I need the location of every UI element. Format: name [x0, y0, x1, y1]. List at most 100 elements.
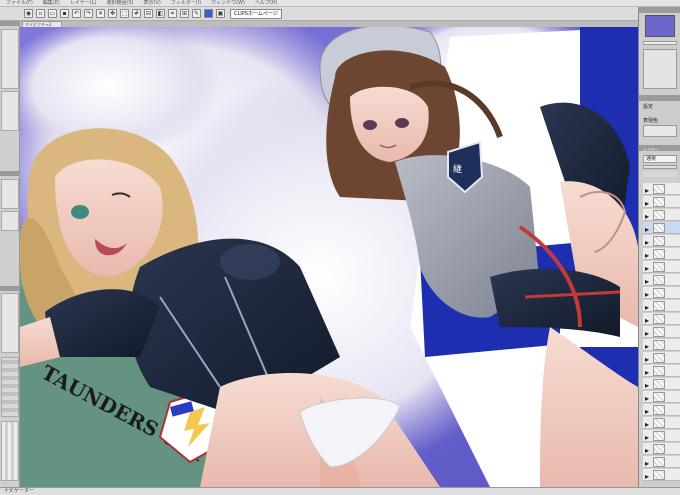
- layer-row[interactable]: ▸: [643, 248, 680, 260]
- layer-row[interactable]: ▸: [643, 287, 680, 299]
- grid-icon[interactable]: #: [132, 9, 141, 18]
- visibility-eye-icon[interactable]: ▸: [645, 277, 650, 286]
- menu-window[interactable]: ウィンドウ(W): [211, 0, 245, 6]
- visibility-eye-icon[interactable]: ▸: [645, 342, 650, 351]
- expression-color-select[interactable]: [643, 125, 677, 137]
- layer-row[interactable]: ▸: [643, 456, 680, 468]
- menu-edit[interactable]: 編集(E): [43, 0, 60, 6]
- layer-thumbnail: [653, 262, 665, 272]
- selection-icon[interactable]: ⬚: [120, 9, 129, 18]
- navigator-status-label: ナビゲーター: [4, 488, 35, 494]
- opacity-slider[interactable]: [643, 165, 677, 169]
- layer-row[interactable]: ▸: [643, 378, 680, 390]
- layer-row[interactable]: ▸: [643, 235, 680, 247]
- color-icon[interactable]: [204, 9, 213, 18]
- visibility-eye-icon[interactable]: ▸: [645, 355, 650, 364]
- layer-row[interactable]: ▸: [643, 417, 680, 429]
- menu-view[interactable]: 表示(V): [143, 0, 160, 6]
- layer-row[interactable]: ▸: [643, 196, 680, 208]
- layer-row[interactable]: ▸: [643, 300, 680, 312]
- layer-row[interactable]: ▸: [643, 326, 680, 338]
- sub-tool-list[interactable]: [1, 29, 19, 89]
- menubar: ファイル(F) 編集(E) レイヤー(L) 選択範囲(S) 表示(V) フィルタ…: [0, 0, 680, 7]
- color-wheel[interactable]: [1, 293, 19, 353]
- visibility-eye-icon[interactable]: ▸: [645, 303, 650, 312]
- layer-row[interactable]: ▸: [643, 183, 680, 195]
- eye-icon[interactable]: ◉: [24, 9, 33, 18]
- visibility-eye-icon[interactable]: ▸: [645, 212, 650, 221]
- crop-icon[interactable]: ⌗: [168, 9, 177, 18]
- visibility-eye-icon[interactable]: ▸: [645, 290, 650, 299]
- layer-row[interactable]: ▸: [643, 469, 680, 481]
- right-dock: 設定 表現色 レイヤー 通常 ▸ ▸ ▸ ▸ ▸ ▸ ▸ ▸ ▸ ▸ ▸ ▸ ▸…: [638, 7, 680, 487]
- visibility-eye-icon[interactable]: ▸: [645, 329, 650, 338]
- transform-icon[interactable]: ✥: [108, 9, 117, 18]
- menu-selection[interactable]: 選択範囲(S): [106, 0, 133, 6]
- visibility-eye-icon[interactable]: ▸: [645, 225, 650, 234]
- layer-row[interactable]: ▸: [643, 443, 680, 455]
- layer-row[interactable]: ▸: [643, 352, 680, 364]
- tool-panel: [0, 21, 20, 487]
- zoom-slider[interactable]: [643, 41, 677, 45]
- layer-row[interactable]: ▸: [643, 404, 680, 416]
- visibility-eye-icon[interactable]: ▸: [645, 186, 650, 195]
- visibility-eye-icon[interactable]: ▸: [645, 472, 650, 481]
- property-header: [639, 95, 680, 101]
- visibility-eye-icon[interactable]: ▸: [645, 199, 650, 208]
- visibility-eye-icon[interactable]: ▸: [645, 407, 650, 416]
- visibility-eye-icon[interactable]: ▸: [645, 368, 650, 377]
- brush-size-list[interactable]: [1, 91, 19, 131]
- layer-row[interactable]: ▸: [643, 365, 680, 377]
- brush-shape-box[interactable]: [1, 211, 19, 231]
- open-file-icon[interactable]: ▭: [48, 9, 57, 18]
- color-panel-header: [0, 286, 20, 291]
- visibility-eye-icon[interactable]: ▸: [645, 394, 650, 403]
- color-set-palette[interactable]: [1, 357, 19, 417]
- menu-help[interactable]: ヘルプ(H): [255, 0, 278, 6]
- snap-icon[interactable]: ⊞: [180, 9, 189, 18]
- visibility-eye-icon[interactable]: ▸: [645, 316, 650, 325]
- visibility-eye-icon[interactable]: ▸: [645, 238, 650, 247]
- brush-icon[interactable]: ✎: [192, 9, 201, 18]
- redo-icon[interactable]: ↷: [84, 9, 93, 18]
- clips-home-button[interactable]: CLIPSホームページ: [230, 8, 282, 19]
- visibility-eye-icon[interactable]: ▸: [645, 264, 650, 273]
- visibility-eye-icon[interactable]: ▸: [645, 433, 650, 442]
- ruler-icon[interactable]: ⊟: [144, 9, 153, 18]
- navigator-thumbnail[interactable]: [645, 15, 675, 37]
- visibility-eye-icon[interactable]: ▸: [645, 251, 650, 260]
- menu-filter[interactable]: フィルター(I): [171, 0, 201, 6]
- save-icon[interactable]: ▪: [60, 9, 69, 18]
- command-bar: ◉ ▫ ▭ ▪ ↶ ↷ ✕ ✥ ⬚ # ⊟ ◧ ⌗ ⊞ ✎ ▣ CLIPSホーム…: [0, 7, 680, 21]
- display-icon[interactable]: ▣: [216, 9, 225, 18]
- blend-mode-select[interactable]: 通常: [643, 155, 677, 163]
- layer-thumbnail: [653, 392, 665, 402]
- subview-panel[interactable]: [643, 49, 677, 89]
- layer-row[interactable]: ▸: [643, 391, 680, 403]
- layer-thumbnail: [653, 184, 665, 194]
- layer-row[interactable]: ▸: [643, 313, 680, 325]
- layer-row[interactable]: ▸: [643, 274, 680, 286]
- color-history[interactable]: [1, 421, 19, 481]
- tool-property-box[interactable]: [1, 179, 19, 209]
- undo-icon[interactable]: ↶: [72, 9, 81, 18]
- clear-icon[interactable]: ✕: [96, 9, 105, 18]
- layer-row[interactable]: ▸: [643, 430, 680, 442]
- layer-row[interactable]: ▸: [643, 261, 680, 273]
- visibility-eye-icon[interactable]: ▸: [645, 446, 650, 455]
- layer-row[interactable]: ▸: [643, 339, 680, 351]
- layer-row-selected[interactable]: ▸: [643, 222, 680, 234]
- menu-layer[interactable]: レイヤー(L): [70, 0, 97, 6]
- new-file-icon[interactable]: ▫: [36, 9, 45, 18]
- visibility-eye-icon[interactable]: ▸: [645, 459, 650, 468]
- drawing-canvas[interactable]: TAUNDERS UNIVE 継: [20, 27, 638, 487]
- fill-icon[interactable]: ◧: [156, 9, 165, 18]
- layer-toolbar: [643, 171, 677, 177]
- visibility-eye-icon[interactable]: ▸: [645, 381, 650, 390]
- menu-file[interactable]: ファイル(F): [6, 0, 33, 6]
- layer-thumbnail: [653, 470, 665, 480]
- layer-thumbnail: [653, 275, 665, 285]
- visibility-eye-icon[interactable]: ▸: [645, 420, 650, 429]
- property-label: 設定: [643, 104, 654, 110]
- layer-row[interactable]: ▸: [643, 209, 680, 221]
